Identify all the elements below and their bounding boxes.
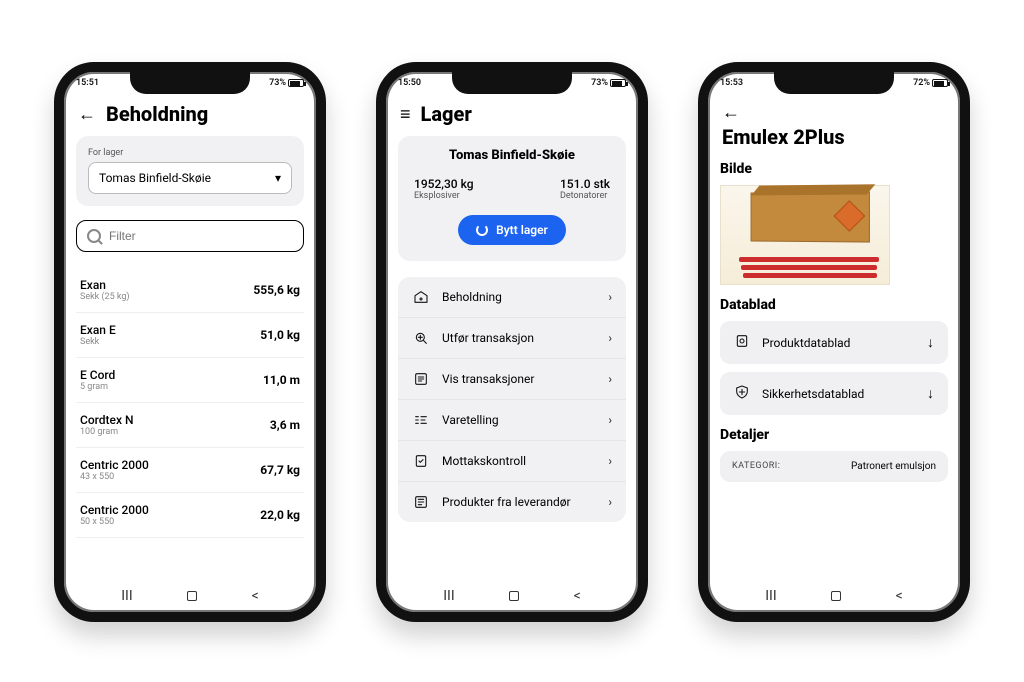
inventory-row[interactable]: Cordtex N100 gram 3,6 m: [76, 403, 304, 448]
stat-detonators: 151.0 stk Detonatorer: [560, 177, 610, 201]
android-navbar: III <: [708, 584, 960, 608]
stat-explosives: 1952,30 kg Eksplosiver: [414, 177, 474, 201]
receipt-check-icon: [412, 453, 430, 469]
chevron-right-icon: ›: [608, 495, 612, 509]
nav-home-icon[interactable]: [187, 591, 197, 601]
phone-lager: 15:50 73% ≡ Lager Tomas Binfield-Skøie 1…: [376, 62, 648, 622]
status-battery-pct: 72%: [913, 78, 930, 88]
chevron-right-icon: ›: [608, 331, 612, 345]
storage-name: Tomas Binfield-Skøie: [410, 148, 614, 163]
phone-beholdning: 15:51 73% ← Beholdning For lager Tomas B…: [54, 62, 326, 622]
status-time: 15:50: [398, 78, 421, 88]
inventory-row[interactable]: Centric 200043 x 550 67,7 kg: [76, 448, 304, 493]
nav-back-icon[interactable]: <: [252, 588, 259, 604]
nav-back-icon[interactable]: <: [574, 588, 581, 604]
menu-item-mottakskontroll[interactable]: Mottakskontroll›: [398, 441, 626, 482]
inventory-row[interactable]: Centric 200050 x 550 22,0 kg: [76, 493, 304, 538]
nav-recent-icon[interactable]: III: [765, 588, 776, 604]
doc-produktdatablad[interactable]: Produktdatablad ↓: [720, 321, 948, 364]
supplier-icon: [412, 494, 430, 510]
count-icon: [412, 412, 430, 428]
inventory-row[interactable]: Exan ESekk 51,0 kg: [76, 313, 304, 358]
menu-item-varetelling[interactable]: Varetelling›: [398, 400, 626, 441]
chevron-right-icon: ›: [608, 454, 612, 468]
chevron-right-icon: ›: [608, 413, 612, 427]
chevron-right-icon: ›: [608, 372, 612, 386]
status-battery-pct: 73%: [269, 78, 286, 88]
inventory-row[interactable]: E Cord5 gram 11,0 m: [76, 358, 304, 403]
menu-item-transaksjon[interactable]: Utfør transaksjon›: [398, 318, 626, 359]
nav-recent-icon[interactable]: III: [121, 588, 132, 604]
status-time: 15:53: [720, 78, 743, 88]
menu-item-beholdning[interactable]: Beholdning›: [398, 277, 626, 318]
storage-selector-label: For lager: [88, 148, 292, 158]
chevron-right-icon: ›: [608, 290, 612, 304]
switch-storage-button[interactable]: Bytt lager: [458, 215, 566, 245]
android-navbar: III <: [64, 584, 316, 608]
storage-select-value: Tomas Binfield-Skøie: [99, 171, 211, 185]
storage-selector-card: For lager Tomas Binfield-Skøie ▾: [76, 136, 304, 206]
section-detaljer: Detaljer: [720, 427, 948, 443]
section-datablad: Datablad: [720, 297, 948, 313]
nav-back-icon[interactable]: <: [896, 588, 903, 604]
nav-recent-icon[interactable]: III: [443, 588, 454, 604]
nav-home-icon[interactable]: [509, 591, 519, 601]
back-icon[interactable]: ←: [78, 104, 96, 125]
page-title: Beholdning: [106, 102, 208, 126]
notch: [774, 72, 894, 94]
storage-summary-card: Tomas Binfield-Skøie 1952,30 kg Eksplosi…: [398, 136, 626, 261]
status-battery-pct: 73%: [591, 78, 608, 88]
android-navbar: III <: [386, 584, 638, 608]
battery-icon: [288, 79, 304, 87]
phone-product-detail: 15:53 72% ← Emulex 2Plus Bilde Datablad …: [698, 62, 970, 622]
detail-kategori: KATEGORI: Patronert emulsjon: [720, 451, 948, 482]
search-icon: [87, 229, 101, 243]
storage-select[interactable]: Tomas Binfield-Skøie ▾: [88, 162, 292, 194]
filter-input-wrapper[interactable]: [76, 220, 304, 252]
menu-item-vis-transaksjoner[interactable]: Vis transaksjoner›: [398, 359, 626, 400]
menu-icon[interactable]: ≡: [400, 104, 411, 125]
chevron-down-icon: ▾: [275, 171, 281, 185]
back-icon[interactable]: ←: [722, 102, 740, 123]
download-icon: ↓: [927, 385, 934, 402]
product-image: [720, 185, 890, 285]
refresh-icon: [476, 224, 488, 236]
battery-icon: [610, 79, 626, 87]
download-icon: ↓: [927, 334, 934, 351]
menu-item-produkter-leverandor[interactable]: Produkter fra leverandør›: [398, 482, 626, 522]
status-time: 15:51: [76, 78, 99, 88]
nav-home-icon[interactable]: [831, 591, 841, 601]
shield-icon: [734, 384, 750, 403]
notch: [130, 72, 250, 94]
inventory-row[interactable]: ExanSekk (25 kg) 555,6 kg: [76, 268, 304, 313]
lager-menu: Beholdning› Utfør transaksjon› Vis trans…: [398, 277, 626, 522]
notch: [452, 72, 572, 94]
transaction-icon: [412, 330, 430, 346]
doc-sikkerhetsdatablad[interactable]: Sikkerhetsdatablad ↓: [720, 372, 948, 415]
list-icon: [412, 371, 430, 387]
filter-input[interactable]: [109, 229, 293, 243]
inventory-icon: [412, 289, 430, 305]
datasheet-icon: [734, 333, 750, 352]
battery-icon: [932, 79, 948, 87]
inventory-list: ExanSekk (25 kg) 555,6 kg Exan ESekk 51,…: [76, 268, 304, 538]
product-title: Emulex 2Plus: [722, 125, 946, 149]
page-title: Lager: [421, 102, 472, 126]
section-bilde: Bilde: [720, 161, 948, 177]
